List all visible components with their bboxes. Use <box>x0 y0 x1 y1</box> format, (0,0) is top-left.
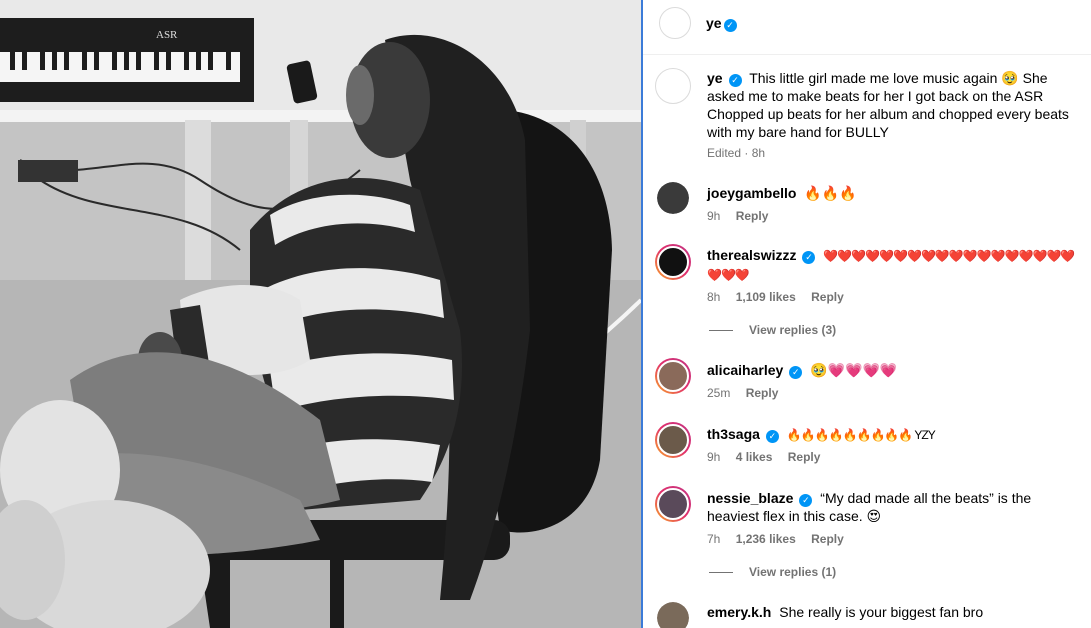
avatar[interactable] <box>657 602 689 628</box>
caption-username[interactable]: ye <box>707 70 723 86</box>
comment-text: nessie_blaze ✓ “My dad made all the beats… <box>707 489 1079 525</box>
comment-body: 🔥🔥🔥 <box>804 185 857 201</box>
comment-meta: 9h Reply <box>707 209 780 223</box>
avatar[interactable] <box>655 486 691 522</box>
replies-line <box>709 330 733 332</box>
comment-body: 🥹💗💗💗💗 <box>810 362 898 378</box>
comments-panel: ye ✓ ye ✓ This little girl made me love mu… <box>643 0 1091 628</box>
comment-text: therealswizzz ✓ ❤️❤️❤️❤️❤️❤️❤️❤️❤️❤️❤️❤️❤… <box>707 246 1079 284</box>
comment-username[interactable]: therealswizzz <box>707 247 796 263</box>
comment-username[interactable]: alicaiharley <box>707 362 783 378</box>
verified-icon: ✓ <box>728 74 742 87</box>
verified-icon: ✓ <box>799 494 813 507</box>
comment-meta: 9h 4 likes Reply <box>707 450 832 464</box>
author-username[interactable]: ye ✓ <box>706 15 737 32</box>
reply-button[interactable]: Reply <box>788 450 821 464</box>
comment-body: 🔥🔥🔥🔥🔥🔥🔥🔥🔥 YZY <box>786 428 936 442</box>
comment-text: alicaiharley ✓ 🥹💗💗💗💗 <box>707 361 1079 379</box>
comment-time: 7h <box>707 532 721 546</box>
view-replies-button[interactable]: View replies (3) <box>709 323 836 337</box>
avatar[interactable] <box>655 422 691 458</box>
comment-username[interactable]: joeygambello <box>707 185 796 201</box>
avatar[interactable] <box>657 182 689 214</box>
verified-icon: ✓ <box>802 251 816 264</box>
like-count[interactable]: 1,236 likes <box>736 532 796 546</box>
like-count[interactable]: 1,109 likes <box>736 290 796 304</box>
comment-time: 9h <box>707 209 721 223</box>
verified-icon: ✓ <box>723 19 737 32</box>
like-count[interactable]: 4 likes <box>736 450 773 464</box>
comment-username[interactable]: nessie_blaze <box>707 490 793 506</box>
verified-icon: ✓ <box>765 430 779 443</box>
avatar[interactable] <box>655 244 691 280</box>
verified-icon: ✓ <box>789 366 803 379</box>
reply-button[interactable]: Reply <box>736 209 769 223</box>
comment-text: emery.k.h She really is your biggest fan… <box>707 603 1079 621</box>
comment-text: joeygambello 🔥🔥🔥 <box>707 184 1079 202</box>
reply-button[interactable]: Reply <box>811 290 844 304</box>
caption-text: ye ✓ This little girl made me love music … <box>707 69 1079 141</box>
keyboard-label: ASR <box>156 29 178 41</box>
comment-username[interactable]: th3saga <box>707 426 760 442</box>
author-avatar[interactable] <box>659 7 691 39</box>
comment-meta: 8h 1,109 likes Reply <box>707 290 856 304</box>
author-avatar[interactable] <box>655 68 691 104</box>
comment-meta: 7h 1,236 likes Reply <box>707 532 856 546</box>
comment-username[interactable]: emery.k.h <box>707 604 771 620</box>
view-replies-button[interactable]: View replies (1) <box>709 565 836 579</box>
reply-button[interactable]: Reply <box>746 386 779 400</box>
post-photo: ASR <box>0 0 641 628</box>
reply-button[interactable]: Reply <box>811 532 844 546</box>
comment-time: 9h <box>707 450 721 464</box>
comment-time: 25m <box>707 386 731 400</box>
replies-line <box>709 572 733 574</box>
comment-meta: 25m Reply <box>707 386 790 400</box>
comment-text: th3saga ✓ 🔥🔥🔥🔥🔥🔥🔥🔥🔥 YZY <box>707 425 1079 444</box>
caption-body: This little girl made me love music agai… <box>707 70 1069 140</box>
caption-meta: Edited · 8h <box>707 146 766 160</box>
comment-time: 8h <box>707 290 721 304</box>
post-header: ye ✓ <box>643 0 1091 55</box>
avatar[interactable] <box>655 358 691 394</box>
comment-body: She really is your biggest fan bro <box>779 604 984 620</box>
